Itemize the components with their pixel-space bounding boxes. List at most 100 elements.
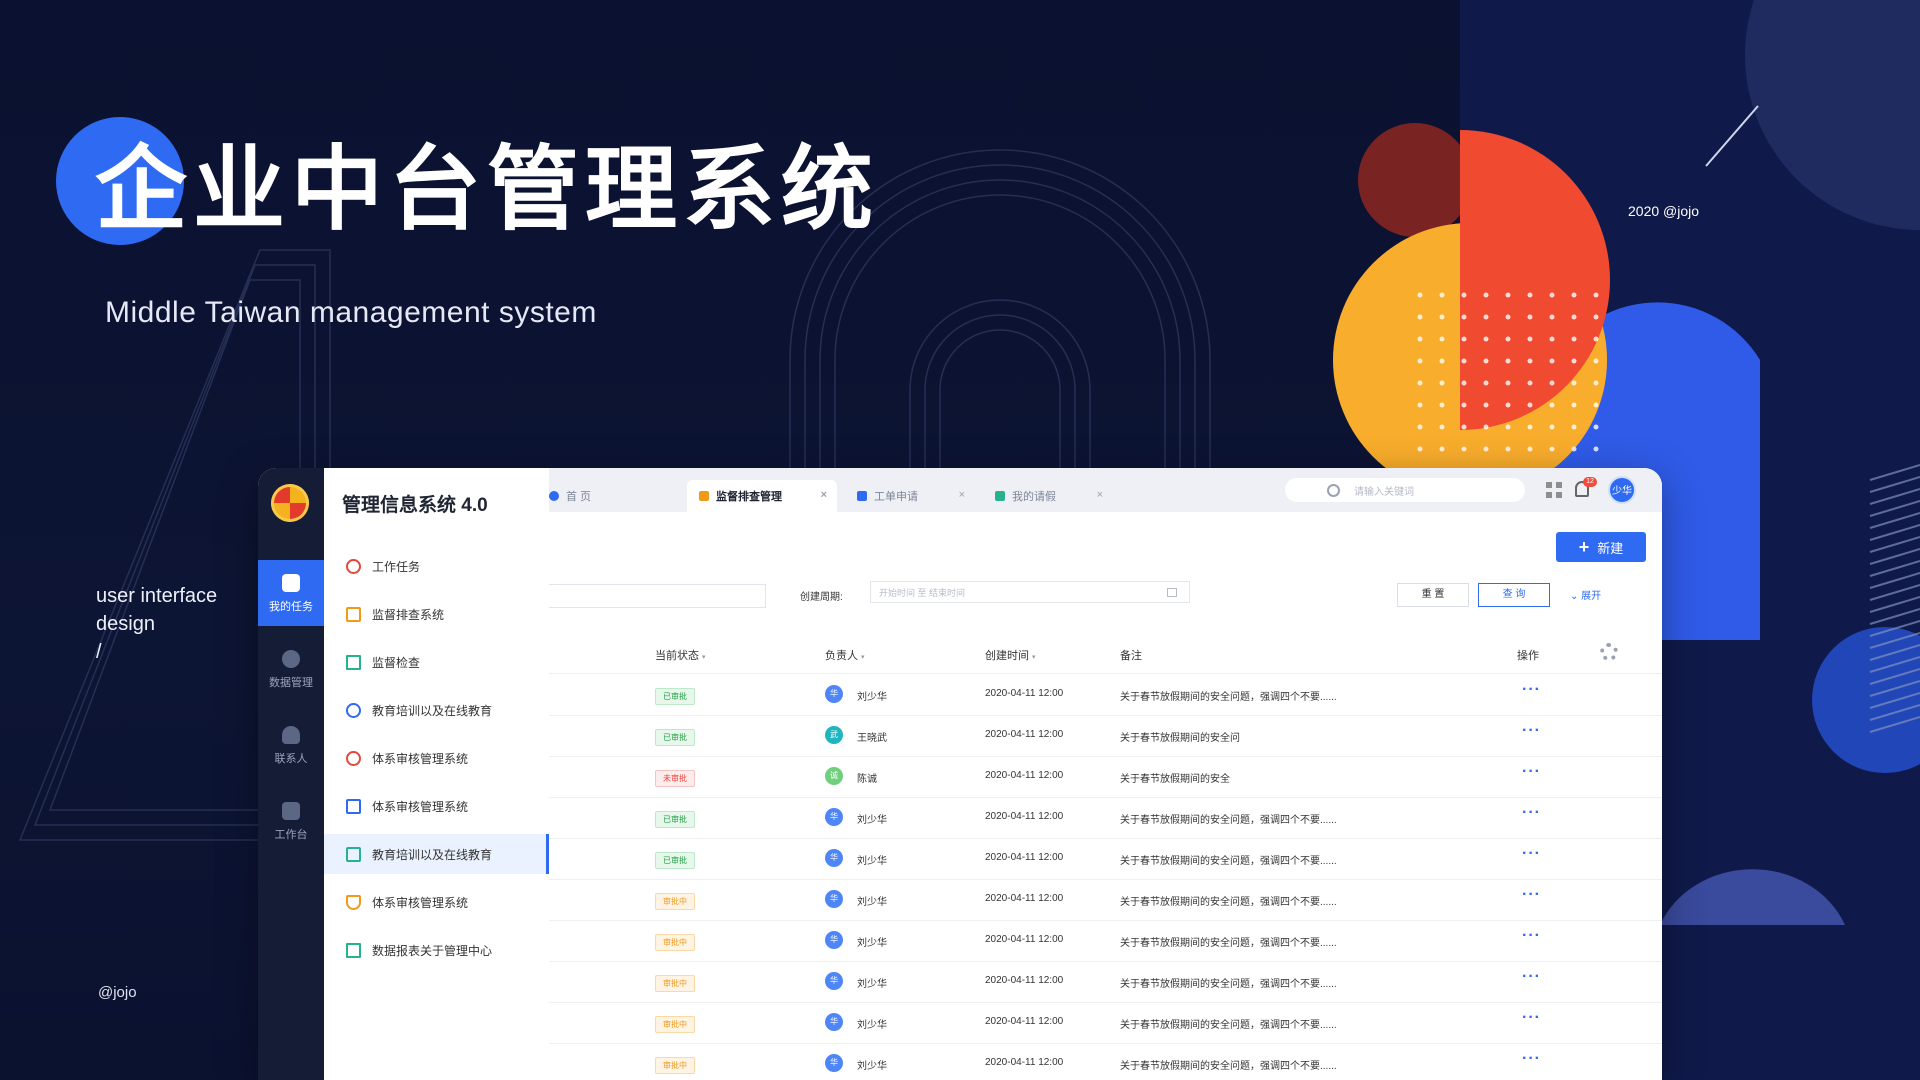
rail-item-my-tasks[interactable]: 我的任务 [258, 560, 324, 626]
created-time: 2020-04-11 12:00 [985, 729, 1064, 740]
menu-item-work-task[interactable]: 工作任务 [324, 546, 549, 586]
header-owner[interactable]: 负责人 ▾ [825, 647, 865, 663]
created-time: 2020-04-11 12:00 [985, 1016, 1064, 1027]
alert-circle-icon [346, 558, 361, 574]
status-badge: 审批中 [655, 893, 695, 910]
rail-item-contacts[interactable]: 联系人 [258, 712, 324, 778]
table-row: 审批中 华 刘少华 2020-04-11 12:00 关于春节放假期间的安全问题，强调四… [549, 1043, 1662, 1080]
more-icon[interactable]: ··· [1522, 927, 1541, 945]
tab-close-icon[interactable]: × [1097, 489, 1103, 501]
menu-item-inspection-system[interactable]: 监督排查系统 [324, 594, 549, 634]
rail-item-workbench[interactable]: 工作台 [258, 788, 324, 854]
more-icon[interactable]: ··· [1522, 681, 1541, 699]
tab-my-leave[interactable]: 我的请假 × [983, 480, 1113, 512]
owner-name: 刘少华 [857, 938, 887, 949]
table-row: 审批中 华 刘少华 2020-04-11 12:00 关于春节放假期间的安全问题，强调四… [549, 920, 1662, 962]
owner-name: 陈诚 [857, 774, 877, 785]
sort-icon: ▾ [702, 654, 706, 661]
tab-supervision-management[interactable]: 监督排查管理 × [687, 480, 837, 512]
note-text: 关于春节放假期间的安全 [1120, 774, 1230, 785]
user-avatar[interactable]: 少华 [1608, 476, 1636, 504]
tab-home[interactable]: 首 页 [549, 480, 679, 512]
notification-badge: 12 [1583, 477, 1597, 487]
form-icon [346, 846, 361, 862]
note-text: 关于春节放假期间的安全问题，强调四个不要...... [1120, 856, 1337, 867]
tab-work-order[interactable]: 工单申请 × [845, 480, 975, 512]
tab-label: 工单申请 [874, 491, 918, 503]
status-badge: 审批中 [655, 975, 695, 992]
page-title: 企业中台管理系统 [95, 139, 880, 241]
ui-line-3: / [96, 641, 102, 663]
task-icon [282, 574, 300, 592]
avatar: 华 [825, 685, 843, 703]
menu-item-audit-system[interactable]: 体系审核管理系统 [324, 738, 549, 778]
status-badge: 审批中 [655, 1057, 695, 1074]
menu-item-education-training-2[interactable]: 教育培训以及在线教育 [324, 834, 549, 874]
search-input[interactable]: 请输入关键词 [1285, 478, 1525, 502]
apps-grid-icon[interactable] [1546, 482, 1562, 498]
tab-label: 我的请假 [1012, 491, 1056, 503]
menu-item-education-training[interactable]: 教育培训以及在线教育 [324, 690, 549, 730]
created-time: 2020-04-11 12:00 [985, 893, 1064, 904]
expand-toggle[interactable]: ⌄ 展开 [1570, 587, 1601, 602]
status-badge: 已审批 [655, 688, 695, 705]
sort-icon: ▾ [1032, 654, 1036, 661]
menu-item-label: 数据报表关于管理中心 [372, 943, 493, 958]
date-range-input[interactable]: 开始时间 至 结束时间 [870, 581, 1190, 603]
more-icon[interactable]: ··· [1522, 845, 1541, 863]
new-button[interactable]: + 新建 [1556, 532, 1646, 562]
created-time: 2020-04-11 12:00 [985, 811, 1064, 822]
owner-name: 刘少华 [857, 1061, 887, 1072]
status-badge: 审批中 [655, 934, 695, 951]
monitor-icon [699, 491, 709, 501]
header-status[interactable]: 当前状态 ▾ [655, 647, 706, 663]
menu-item-audit-system-2[interactable]: 体系审核管理系统 [324, 786, 549, 826]
menu-item-supervision-check[interactable]: 监督检查 [324, 642, 549, 682]
rail-item-data-management[interactable]: 数据管理 [258, 636, 324, 702]
more-icon[interactable]: ··· [1522, 886, 1541, 904]
expand-label: 展开 [1581, 591, 1602, 602]
header-action: 操作 [1517, 650, 1539, 662]
main-content: 首 页 监督排查管理 × 工单申请 × 我的请假 × 请输入关键词 12 少华 … [549, 468, 1662, 1080]
bar-chart-icon [346, 654, 361, 670]
table-row: 已审批 华 刘少华 2020-04-11 12:00 关于春节放假期间的安全问题，强调四… [549, 797, 1662, 839]
note-text: 关于春节放假期间的安全问题，强调四个不要...... [1120, 1020, 1337, 1031]
more-icon[interactable]: ··· [1522, 722, 1541, 740]
bar-chart-icon [346, 942, 361, 958]
more-icon[interactable]: ··· [1522, 968, 1541, 986]
tab-bar: 首 页 监督排查管理 × 工单申请 × 我的请假 × 请输入关键词 12 少华 [549, 468, 1662, 512]
tab-close-icon[interactable]: × [959, 489, 965, 501]
status-badge: 已审批 [655, 729, 695, 746]
header-note: 备注 [1120, 650, 1142, 662]
reset-button[interactable]: 重 置 [1397, 583, 1469, 607]
menu-item-label: 体系审核管理系统 [372, 751, 469, 766]
note-text: 关于春节放假期间的安全问题，强调四个不要...... [1120, 897, 1337, 908]
menu-item-data-report[interactable]: 数据报表关于管理中心 [324, 930, 549, 970]
contact-icon [282, 726, 300, 744]
more-icon[interactable]: ··· [1522, 804, 1541, 822]
rail-item-label: 工作台 [274, 829, 308, 841]
more-icon[interactable]: ··· [1522, 1009, 1541, 1027]
menu-item-label: 教育培训以及在线教育 [372, 703, 493, 718]
more-icon[interactable]: ··· [1522, 763, 1541, 781]
plus-icon: + [1578, 536, 1590, 557]
avatar: 华 [825, 808, 843, 826]
created-time: 2020-04-11 12:00 [985, 934, 1064, 945]
tab-close-icon[interactable]: × [821, 489, 827, 501]
keyword-filter-input[interactable] [549, 584, 766, 608]
rail-item-label: 数据管理 [269, 677, 313, 689]
year-credit: 2020 @jojo [1628, 203, 1700, 219]
gear-icon[interactable] [1600, 643, 1618, 661]
menu-item-audit-system-3[interactable]: 体系审核管理系统 [324, 882, 549, 922]
search-icon [1327, 483, 1340, 497]
table-header: 当前状态 ▾ 负责人 ▾ 创建时间 ▾ 备注 操作 [549, 633, 1662, 674]
company-logo-icon[interactable] [271, 484, 309, 522]
owner-name: 刘少华 [857, 815, 887, 826]
more-icon[interactable]: ··· [1522, 1050, 1541, 1068]
query-button[interactable]: 查 询 [1478, 583, 1550, 607]
header-created[interactable]: 创建时间 ▾ [985, 647, 1036, 663]
table-row: 已审批 华 刘少华 2020-04-11 12:00 关于春节放假期间的安全问题，强调四… [549, 838, 1662, 880]
avatar: 华 [825, 1054, 843, 1072]
header-label: 创建时间 [985, 650, 1029, 662]
rail-item-label: 联系人 [274, 753, 308, 765]
